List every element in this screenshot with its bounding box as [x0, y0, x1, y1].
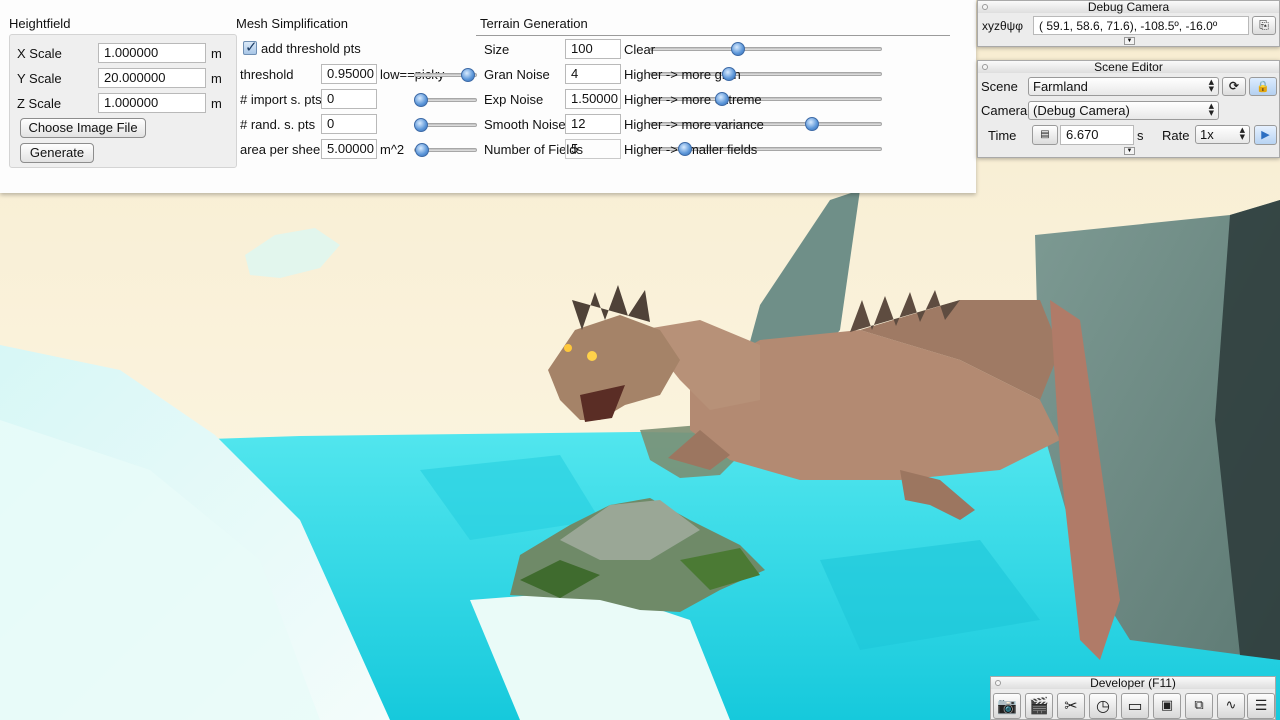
debug-camera-window: Debug Camera xyzθψφ ( 59.1, 58.6, 71.6),…: [977, 0, 1280, 47]
exp-noise-input[interactable]: 1.50000: [565, 89, 621, 109]
clock-icon[interactable]: ◷: [1089, 693, 1117, 719]
time-filmstrip-icon[interactable]: ▤: [1032, 125, 1058, 145]
terminal-icon[interactable]: ▣: [1153, 693, 1181, 719]
import-pts-input[interactable]: 0: [321, 89, 377, 109]
terrain-generation-title: Terrain Generation: [480, 16, 588, 31]
document-icon[interactable]: ☰: [1247, 693, 1275, 719]
size-hint: Clear: [624, 42, 656, 57]
smooth-noise-input[interactable]: 12: [565, 114, 621, 134]
terrain-control-panel: Heightfield X Scale 1.000000 m Y Scale 2…: [0, 0, 976, 193]
note-icon[interactable]: ▭: [1121, 693, 1149, 719]
debug-camera-title: Debug Camera: [1087, 0, 1170, 14]
area-per-sheep-slider-knob[interactable]: [414, 143, 429, 157]
collapse-arrow-icon[interactable]: ▼: [1124, 147, 1135, 155]
tools-icon[interactable]: ✂: [1057, 693, 1085, 719]
z-scale-input[interactable]: 1.000000: [98, 93, 206, 113]
clapperboard-icon[interactable]: 🎬: [1025, 693, 1053, 719]
area-per-sheep-unit: m^2: [380, 142, 405, 157]
mesh-simplification-title: Mesh Simplification: [236, 16, 348, 31]
import-pts-label: # import s. pts: [240, 92, 322, 107]
threshold-slider-knob[interactable]: [460, 68, 475, 82]
time-unit: s: [1137, 128, 1144, 143]
threshold-input[interactable]: 0.95000: [321, 64, 377, 84]
gran-noise-input[interactable]: 4: [565, 64, 621, 84]
scene-editor-titlebar[interactable]: Scene Editor: [978, 60, 1279, 74]
time-label: Time: [988, 128, 1017, 143]
rand-pts-slider-knob[interactable]: [414, 118, 428, 132]
y-scale-unit: m: [211, 71, 222, 86]
x-scale-input[interactable]: 1.000000: [98, 43, 206, 63]
collapse-arrow-icon[interactable]: ▼: [1124, 37, 1135, 45]
dropdown-arrows-icon: ▲ ▼: [1208, 102, 1214, 117]
scene-select[interactable]: Farmland ▲ ▼: [1028, 77, 1219, 96]
window-close-dot[interactable]: [982, 4, 988, 10]
camera-select-value: (Debug Camera): [1033, 103, 1130, 118]
debug-camera-titlebar[interactable]: Debug Camera: [978, 0, 1279, 14]
exp-noise-label: Exp Noise: [484, 92, 544, 107]
smooth-noise-label: Smooth Noise: [484, 117, 566, 132]
rate-select[interactable]: 1x ▲ ▼: [1195, 125, 1250, 144]
z-scale-unit: m: [211, 96, 222, 111]
dropdown-arrows-icon: ▲ ▼: [1239, 126, 1245, 141]
waveform-icon[interactable]: ∿: [1217, 693, 1245, 719]
gran-noise-slider-knob[interactable]: [721, 67, 736, 81]
y-scale-input[interactable]: 20.000000: [98, 68, 206, 88]
area-per-sheep-input[interactable]: 5.00000: [321, 139, 377, 159]
add-threshold-checkbox[interactable]: [243, 38, 258, 56]
dragon-eye: [587, 351, 597, 361]
exp-noise-hint: Higher -> more extreme: [624, 92, 762, 107]
size-slider-track[interactable]: [650, 47, 882, 51]
scene-editor-title: Scene Editor: [1094, 60, 1163, 74]
developer-toolbar: Developer (F11) 📷 🎬 ✂ ◷ ▭ ▣ ⧉ ∿ ☰: [990, 676, 1276, 720]
rand-pts-label: # rand. s. pts: [240, 117, 316, 132]
play-icon[interactable]: ▶: [1254, 125, 1277, 145]
window-close-dot[interactable]: [995, 680, 1001, 686]
scene-select-value: Farmland: [1033, 79, 1088, 94]
camera-coords-label: xyzθψφ: [982, 19, 1024, 33]
choose-image-file-button[interactable]: Choose Image File: [20, 118, 146, 138]
threshold-label: threshold: [240, 67, 294, 82]
y-scale-label: Y Scale: [17, 71, 62, 86]
window-close-dot[interactable]: [982, 64, 988, 70]
gran-noise-label: Gran Noise: [484, 67, 550, 82]
add-threshold-label: add threshold pts: [261, 41, 361, 56]
developer-title: Developer (F11): [1090, 676, 1176, 690]
size-input[interactable]: 100: [565, 39, 621, 59]
camera-label: Camera: [981, 103, 1028, 118]
import-pts-slider-knob[interactable]: [414, 93, 428, 107]
smooth-noise-slider-knob[interactable]: [804, 117, 819, 131]
rate-label: Rate: [1162, 128, 1190, 143]
lock-icon[interactable]: 🔒: [1249, 77, 1277, 96]
developer-titlebar[interactable]: Developer (F11): [991, 676, 1275, 690]
size-slider-knob[interactable]: [730, 42, 745, 56]
camera-icon[interactable]: 📷: [993, 693, 1021, 719]
area-per-sheep-label: area per sheep: [240, 142, 328, 157]
x-scale-unit: m: [211, 46, 222, 61]
camera-copy-icon[interactable]: ⎘: [1252, 16, 1276, 35]
size-label: Size: [484, 42, 510, 57]
rate-select-value: 1x: [1200, 127, 1214, 142]
rand-pts-input[interactable]: 0: [321, 114, 377, 134]
smooth-noise-hint: Higher -> more variance: [624, 117, 764, 132]
dropdown-arrows-icon: ▲ ▼: [1208, 78, 1214, 93]
dragon-eye: [564, 344, 572, 352]
window-icon[interactable]: ⧉: [1185, 693, 1213, 719]
time-input[interactable]: 6.670: [1060, 125, 1134, 145]
z-scale-label: Z Scale: [17, 96, 62, 111]
generate-button[interactable]: Generate: [20, 143, 94, 163]
reload-icon[interactable]: ⟳: [1222, 77, 1246, 96]
number-of-fields-input[interactable]: 5: [565, 139, 621, 159]
heightfield-title: Heightfield: [9, 16, 71, 31]
terrain-divider: [476, 35, 950, 36]
scene-label: Scene: [981, 79, 1018, 94]
camera-select[interactable]: (Debug Camera) ▲ ▼: [1028, 101, 1219, 120]
scene-editor-window: Scene Editor Scene Farmland ▲ ▼ ⟳ 🔒 Camer…: [977, 60, 1280, 158]
camera-coords-input[interactable]: ( 59.1, 58.6, 71.6), -108.5º, -16.0º: [1033, 16, 1249, 35]
x-scale-label: X Scale: [17, 46, 62, 61]
